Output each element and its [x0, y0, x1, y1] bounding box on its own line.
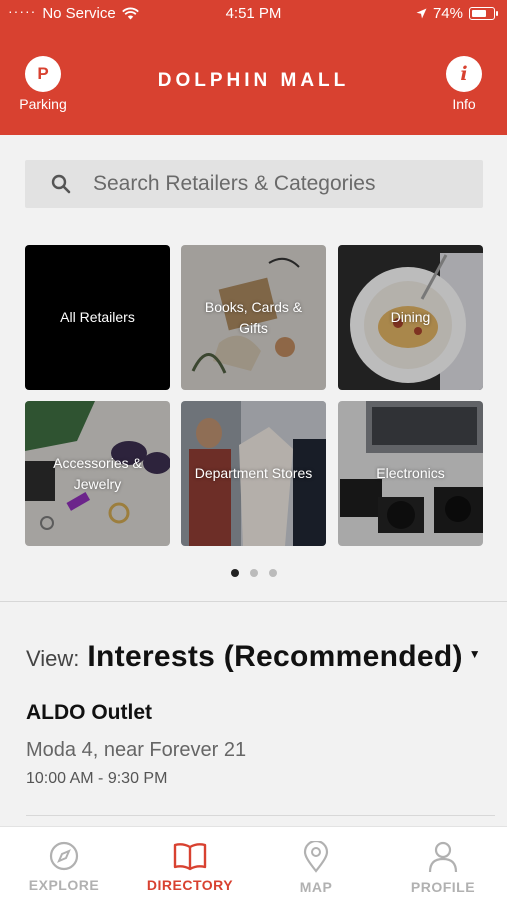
carousel-pagination	[0, 569, 507, 577]
battery-percent: 74%	[432, 5, 463, 22]
page-dot[interactable]	[249, 569, 258, 577]
category-books-cards-gifts[interactable]: Books, Cards & Gifts	[181, 245, 326, 390]
store-name: ALDO Outlet	[26, 701, 152, 724]
search-input[interactable]	[93, 172, 453, 196]
category-dining[interactable]: Dining	[338, 245, 483, 390]
view-label: View:	[26, 646, 80, 671]
category-label: Department Stores	[194, 465, 313, 481]
map-pin-icon	[303, 841, 329, 873]
tab-profile[interactable]: PROFILE	[388, 841, 498, 895]
category-accessories-jewelry[interactable]: Accessories & Jewelry	[25, 401, 170, 546]
person-icon	[428, 841, 458, 873]
category-electronics[interactable]: Electronics	[338, 401, 483, 546]
page-dot[interactable]	[268, 569, 277, 577]
app-title: DOLPHIN MALL	[157, 70, 350, 91]
parking-label: Parking	[19, 96, 67, 112]
tab-label: DIRECTORY	[146, 877, 234, 893]
list-separator	[26, 815, 495, 816]
bottom-tab-bar: EXPLORE DIRECTORY MAP PROFILE	[0, 826, 507, 900]
category-label: Dining	[390, 309, 431, 325]
category-label: Books, Cards & Gifts	[204, 298, 303, 336]
store-location: Moda 4, near Forever 21	[26, 739, 247, 761]
info-button[interactable]: i Info	[434, 56, 494, 112]
battery-icon	[469, 7, 498, 20]
category-department-stores[interactable]: Department Stores	[181, 401, 326, 546]
tab-label: EXPLORE	[28, 877, 100, 893]
section-divider	[0, 601, 507, 602]
search-bar[interactable]	[25, 160, 483, 208]
info-label: Info	[452, 96, 476, 112]
location-arrow-icon	[416, 8, 427, 19]
category-label: Accessories & Jewelry	[53, 454, 142, 492]
compass-icon	[49, 841, 79, 871]
store-hours: 10:00 AM - 9:30 PM	[26, 770, 168, 787]
battery-fill	[471, 9, 487, 17]
category-label: Electronics	[376, 465, 445, 481]
app-header: ····· No Service 4:51 PM 74% P Parking D…	[0, 0, 507, 135]
view-selector[interactable]: View: Interests (Recommended) ▼	[26, 640, 481, 674]
info-icon: i	[446, 56, 482, 92]
page-dot[interactable]	[230, 569, 239, 577]
caret-down-icon: ▼	[468, 647, 481, 661]
category-all-retailers[interactable]: All Retailers	[25, 245, 170, 390]
tab-map[interactable]: MAP	[261, 841, 371, 895]
search-icon	[51, 174, 71, 194]
book-icon	[173, 843, 207, 871]
status-bar: ····· No Service 4:51 PM 74%	[0, 0, 507, 28]
tab-label: MAP	[299, 879, 333, 895]
tab-explore[interactable]: EXPLORE	[9, 841, 119, 893]
tab-label: PROFILE	[410, 879, 476, 895]
category-label: All Retailers	[60, 309, 135, 325]
view-value: Interests (Recommended)	[87, 640, 463, 673]
status-right: 74%	[416, 5, 498, 22]
tab-directory[interactable]: DIRECTORY	[135, 841, 245, 893]
